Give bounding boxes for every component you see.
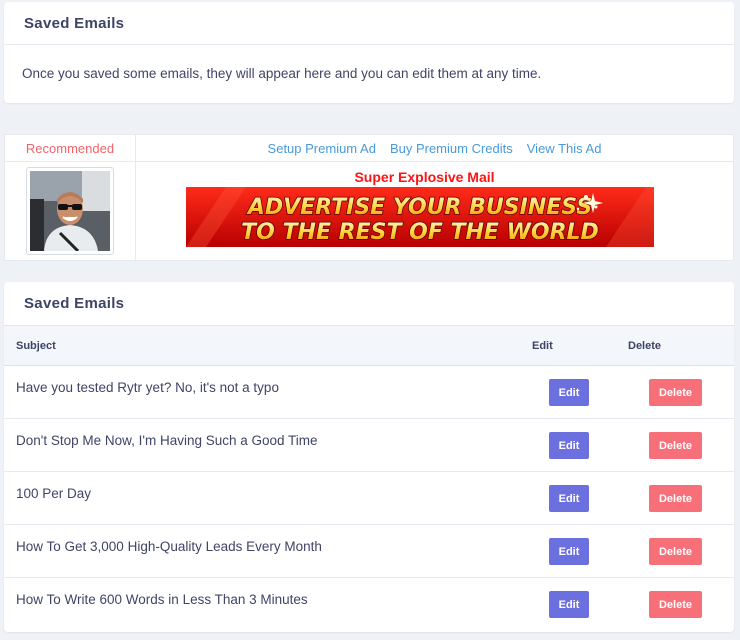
column-header-delete: Delete: [628, 339, 662, 352]
edit-button[interactable]: Edit: [549, 538, 589, 565]
edit-button[interactable]: Edit: [549, 485, 589, 512]
recommended-label: Recommended: [25, 140, 115, 156]
table-header: Subject Edit Delete: [4, 325, 734, 366]
table-card-title: Saved Emails: [24, 295, 125, 312]
saved-emails-table-card: Saved Emails Subject Edit Delete Have yo…: [4, 282, 734, 632]
edit-button[interactable]: Edit: [549, 379, 589, 406]
ad-banner[interactable]: ADVERTISE YOUR BUSINESS TO THE REST OF T…: [186, 187, 654, 247]
buy-premium-credits-link[interactable]: Buy Premium Credits: [390, 141, 513, 156]
ad-box: Recommended Setup Premium Ad Buy Premium…: [4, 134, 734, 261]
table-row: How To Get 3,000 High-Quality Leads Ever…: [4, 525, 734, 578]
email-subject: Have you tested Rytr yet? No, it's not a…: [16, 380, 279, 395]
advertiser-avatar[interactable]: [26, 167, 114, 255]
column-header-edit: Edit: [532, 339, 553, 352]
delete-button[interactable]: Delete: [649, 485, 702, 512]
delete-button[interactable]: Delete: [649, 538, 702, 565]
banner-line-2: TO THE REST OF THE WORLD: [241, 220, 599, 245]
delete-button[interactable]: Delete: [649, 432, 702, 459]
table-row: Don't Stop Me Now, I'm Having Such a Goo…: [4, 419, 734, 472]
edit-button[interactable]: Edit: [549, 591, 589, 618]
view-this-ad-link[interactable]: View This Ad: [527, 141, 602, 156]
delete-button[interactable]: Delete: [649, 379, 702, 406]
saved-emails-info-card: Saved Emails Once you saved some emails,…: [4, 2, 734, 103]
email-subject: Don't Stop Me Now, I'm Having Such a Goo…: [16, 433, 318, 448]
column-header-subject: Subject: [16, 339, 56, 352]
email-subject: How To Get 3,000 High-Quality Leads Ever…: [16, 539, 322, 554]
ad-title[interactable]: Super Explosive Mail: [354, 169, 494, 185]
table-row: Have you tested Rytr yet? No, it's not a…: [4, 366, 734, 419]
setup-premium-ad-link[interactable]: Setup Premium Ad: [268, 141, 376, 156]
edit-button[interactable]: Edit: [549, 432, 589, 459]
delete-button[interactable]: Delete: [649, 591, 702, 618]
email-subject: 100 Per Day: [16, 486, 92, 501]
info-card-title: Saved Emails: [4, 2, 734, 45]
empty-state-message: Once you saved some emails, they will ap…: [22, 66, 542, 81]
table-row: How To Write 600 Words in Less Than 3 Mi…: [4, 578, 734, 631]
email-subject: How To Write 600 Words in Less Than 3 Mi…: [16, 592, 308, 607]
banner-line-1: ADVERTISE YOUR BUSINESS: [246, 195, 592, 220]
table-row: 100 Per Day Edit Delete: [4, 472, 734, 525]
